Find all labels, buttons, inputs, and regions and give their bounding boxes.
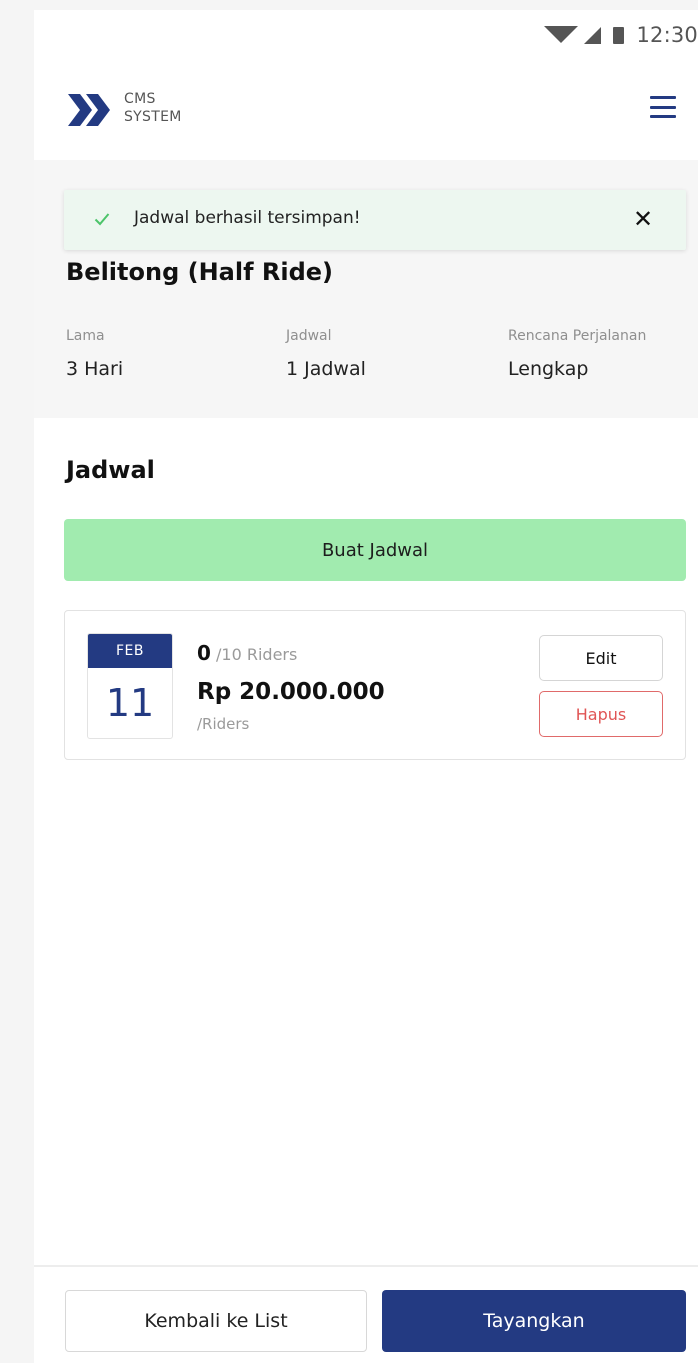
schedule-price: Rp 20.000.000	[197, 679, 385, 705]
price-unit: /Riders	[197, 715, 250, 733]
stat-label: Rencana Perjalanan	[508, 328, 647, 344]
menu-bar	[650, 96, 676, 99]
trip-title: Belitong (Half Ride)	[66, 258, 334, 286]
stat-schedule: Jadwal 1 Jadwal	[286, 328, 366, 380]
date-badge: FEB 11	[87, 633, 173, 739]
app-screen: 12:30 CMS SYSTEM Jadwal berhasil tersimp…	[34, 10, 698, 1363]
stat-value: 1 Jadwal	[286, 358, 366, 380]
menu-bar	[650, 105, 676, 109]
wifi-icon	[544, 25, 579, 43]
toast-message: Jadwal berhasil tersimpan!	[134, 208, 361, 228]
edit-button[interactable]: Edit	[539, 635, 663, 681]
status-icons: 12:30	[544, 22, 698, 48]
stat-itinerary: Rencana Perjalanan Lengkap	[508, 328, 646, 380]
cms-logo-icon[interactable]	[66, 92, 114, 128]
schedule-card: FEB 11 0 /10 Riders Rp 20.000.000 /Rider…	[64, 610, 686, 760]
check-icon	[94, 213, 110, 226]
logo-line-1: CMS	[124, 91, 156, 107]
riders-count: 0	[197, 641, 211, 665]
back-to-list-button[interactable]: Kembali ke List	[65, 1290, 367, 1352]
delete-button[interactable]: Hapus	[539, 691, 663, 737]
close-icon[interactable]: ✕	[630, 205, 656, 233]
footer-bar: Kembali ke List Tayangkan	[34, 1265, 698, 1363]
create-schedule-button[interactable]: Buat Jadwal	[64, 519, 686, 581]
signal-icon	[584, 26, 602, 44]
date-month: FEB	[88, 634, 172, 668]
riders-info: 0 /10 Riders	[197, 641, 297, 665]
menu-bar	[650, 115, 676, 118]
stat-label: Lama	[66, 328, 105, 344]
logo-text: CMS SYSTEM	[124, 90, 182, 126]
riders-total: /10 Riders	[216, 645, 298, 664]
trip-summary: Jadwal berhasil tersimpan! ✕ Belitong (H…	[34, 160, 698, 418]
hamburger-menu-icon[interactable]	[650, 96, 676, 118]
date-day: 11	[105, 681, 155, 725]
battery-icon	[613, 26, 625, 44]
schedule-section-title: Jadwal	[66, 456, 155, 484]
success-toast: Jadwal berhasil tersimpan! ✕	[64, 190, 686, 250]
status-bar: 12:30	[34, 10, 698, 60]
app-header: CMS SYSTEM	[34, 60, 698, 160]
publish-button[interactable]: Tayangkan	[382, 1290, 686, 1352]
logo-line-2: SYSTEM	[124, 109, 182, 125]
stat-value: 3 Hari	[66, 358, 124, 380]
stat-value: Lengkap	[508, 358, 589, 380]
stat-duration: Lama 3 Hari	[66, 328, 123, 380]
stat-label: Jadwal	[286, 328, 332, 344]
status-time: 12:30	[636, 23, 698, 47]
